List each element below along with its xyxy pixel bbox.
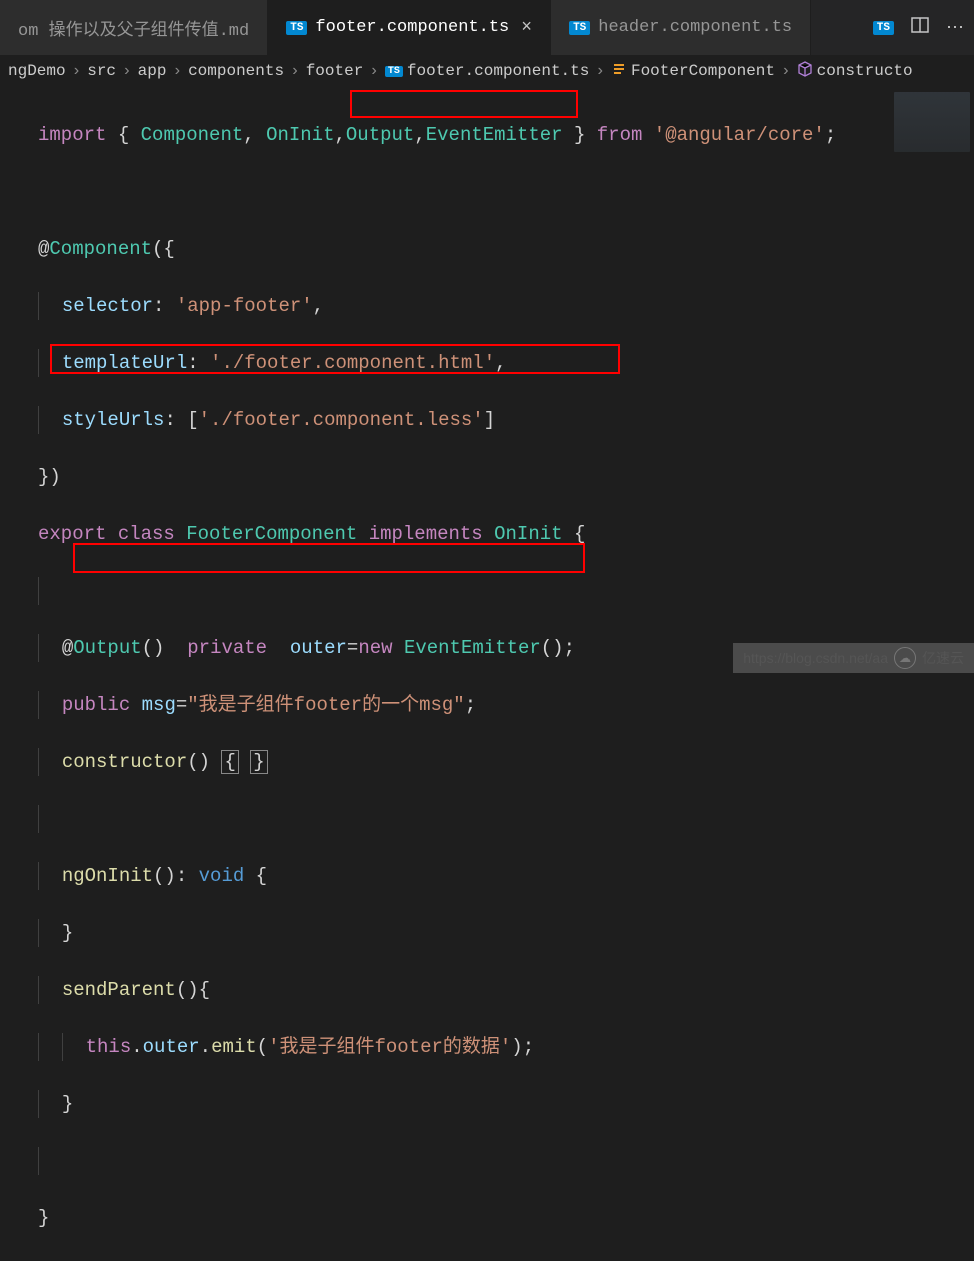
code-line: constructor() { }: [38, 748, 974, 777]
breadcrumb-item[interactable]: app: [138, 62, 167, 80]
language-ts-icon[interactable]: TS: [873, 21, 894, 35]
code-line: styleUrls: ['./footer.component.less']: [38, 406, 974, 435]
method-icon: [797, 61, 813, 82]
watermark: https://blog.csdn.net/aa ☁ 亿速云: [733, 643, 974, 673]
breadcrumb-member[interactable]: constructo: [817, 62, 913, 80]
code-line: templateUrl: './footer.component.html',: [38, 349, 974, 378]
close-icon[interactable]: ×: [521, 18, 532, 38]
code-line: selector: 'app-footer',: [38, 292, 974, 321]
code-line: }): [38, 463, 974, 492]
chevron-right-icon: ›: [72, 62, 82, 80]
code-line: ngOnInit(): void {: [38, 862, 974, 891]
more-icon[interactable]: ⋯: [946, 17, 964, 39]
chevron-right-icon: ›: [781, 62, 791, 80]
code-line: this.outer.emit('我是子组件footer的数据');: [38, 1033, 974, 1062]
code-line: [38, 178, 974, 207]
tab-footer-component[interactable]: TS footer.component.ts ×: [268, 0, 551, 55]
code-editor[interactable]: import { Component, OnInit,Output,EventE…: [0, 86, 974, 1261]
code-line: [38, 1147, 974, 1176]
chevron-right-icon: ›: [290, 62, 300, 80]
code-line: import { Component, OnInit,Output,EventE…: [38, 121, 974, 150]
chevron-right-icon: ›: [595, 62, 605, 80]
tab-header-component[interactable]: TS header.component.ts: [551, 0, 811, 55]
minimap[interactable]: [894, 92, 970, 152]
tab-label: footer.component.ts: [315, 18, 509, 37]
code-line: sendParent(){: [38, 976, 974, 1005]
breadcrumb-item[interactable]: ngDemo: [8, 62, 66, 80]
chevron-right-icon: ›: [369, 62, 379, 80]
code-line: public msg="我是子组件footer的一个msg";: [38, 691, 974, 720]
split-editor-icon[interactable]: [910, 15, 930, 41]
tab-label: header.component.ts: [598, 18, 792, 37]
ts-icon: TS: [569, 21, 590, 35]
breadcrumb-item[interactable]: components: [188, 62, 284, 80]
tab-md-file[interactable]: om 操作以及父子组件传值.md: [0, 0, 268, 55]
code-line: @Component({: [38, 235, 974, 264]
cloud-icon: ☁: [894, 647, 916, 669]
chevron-right-icon: ›: [122, 62, 132, 80]
breadcrumb-item[interactable]: src: [87, 62, 116, 80]
class-icon: [611, 61, 627, 82]
tab-label: om 操作以及父子组件传值.md: [18, 15, 249, 41]
code-line: export class FooterComponent implements …: [38, 520, 974, 549]
chevron-right-icon: ›: [172, 62, 182, 80]
code-line: }: [38, 1090, 974, 1119]
code-line: [38, 805, 974, 834]
tab-bar: om 操作以及父子组件传值.md TS footer.component.ts …: [0, 0, 974, 56]
ts-icon: TS: [385, 66, 403, 77]
code-line: [38, 577, 974, 606]
breadcrumb-class[interactable]: FooterComponent: [631, 62, 775, 80]
breadcrumb[interactable]: ngDemo › src › app › components › footer › TS…: [0, 56, 974, 86]
watermark-url: https://blog.csdn.net/aa: [743, 650, 888, 666]
breadcrumb-file[interactable]: footer.component.ts: [407, 62, 589, 80]
code-line: }: [38, 1204, 974, 1233]
code-line: }: [38, 919, 974, 948]
tab-actions: TS ⋯: [873, 15, 974, 41]
ts-icon: TS: [286, 21, 307, 35]
watermark-brand: 亿速云: [922, 648, 964, 668]
breadcrumb-item[interactable]: footer: [306, 62, 364, 80]
